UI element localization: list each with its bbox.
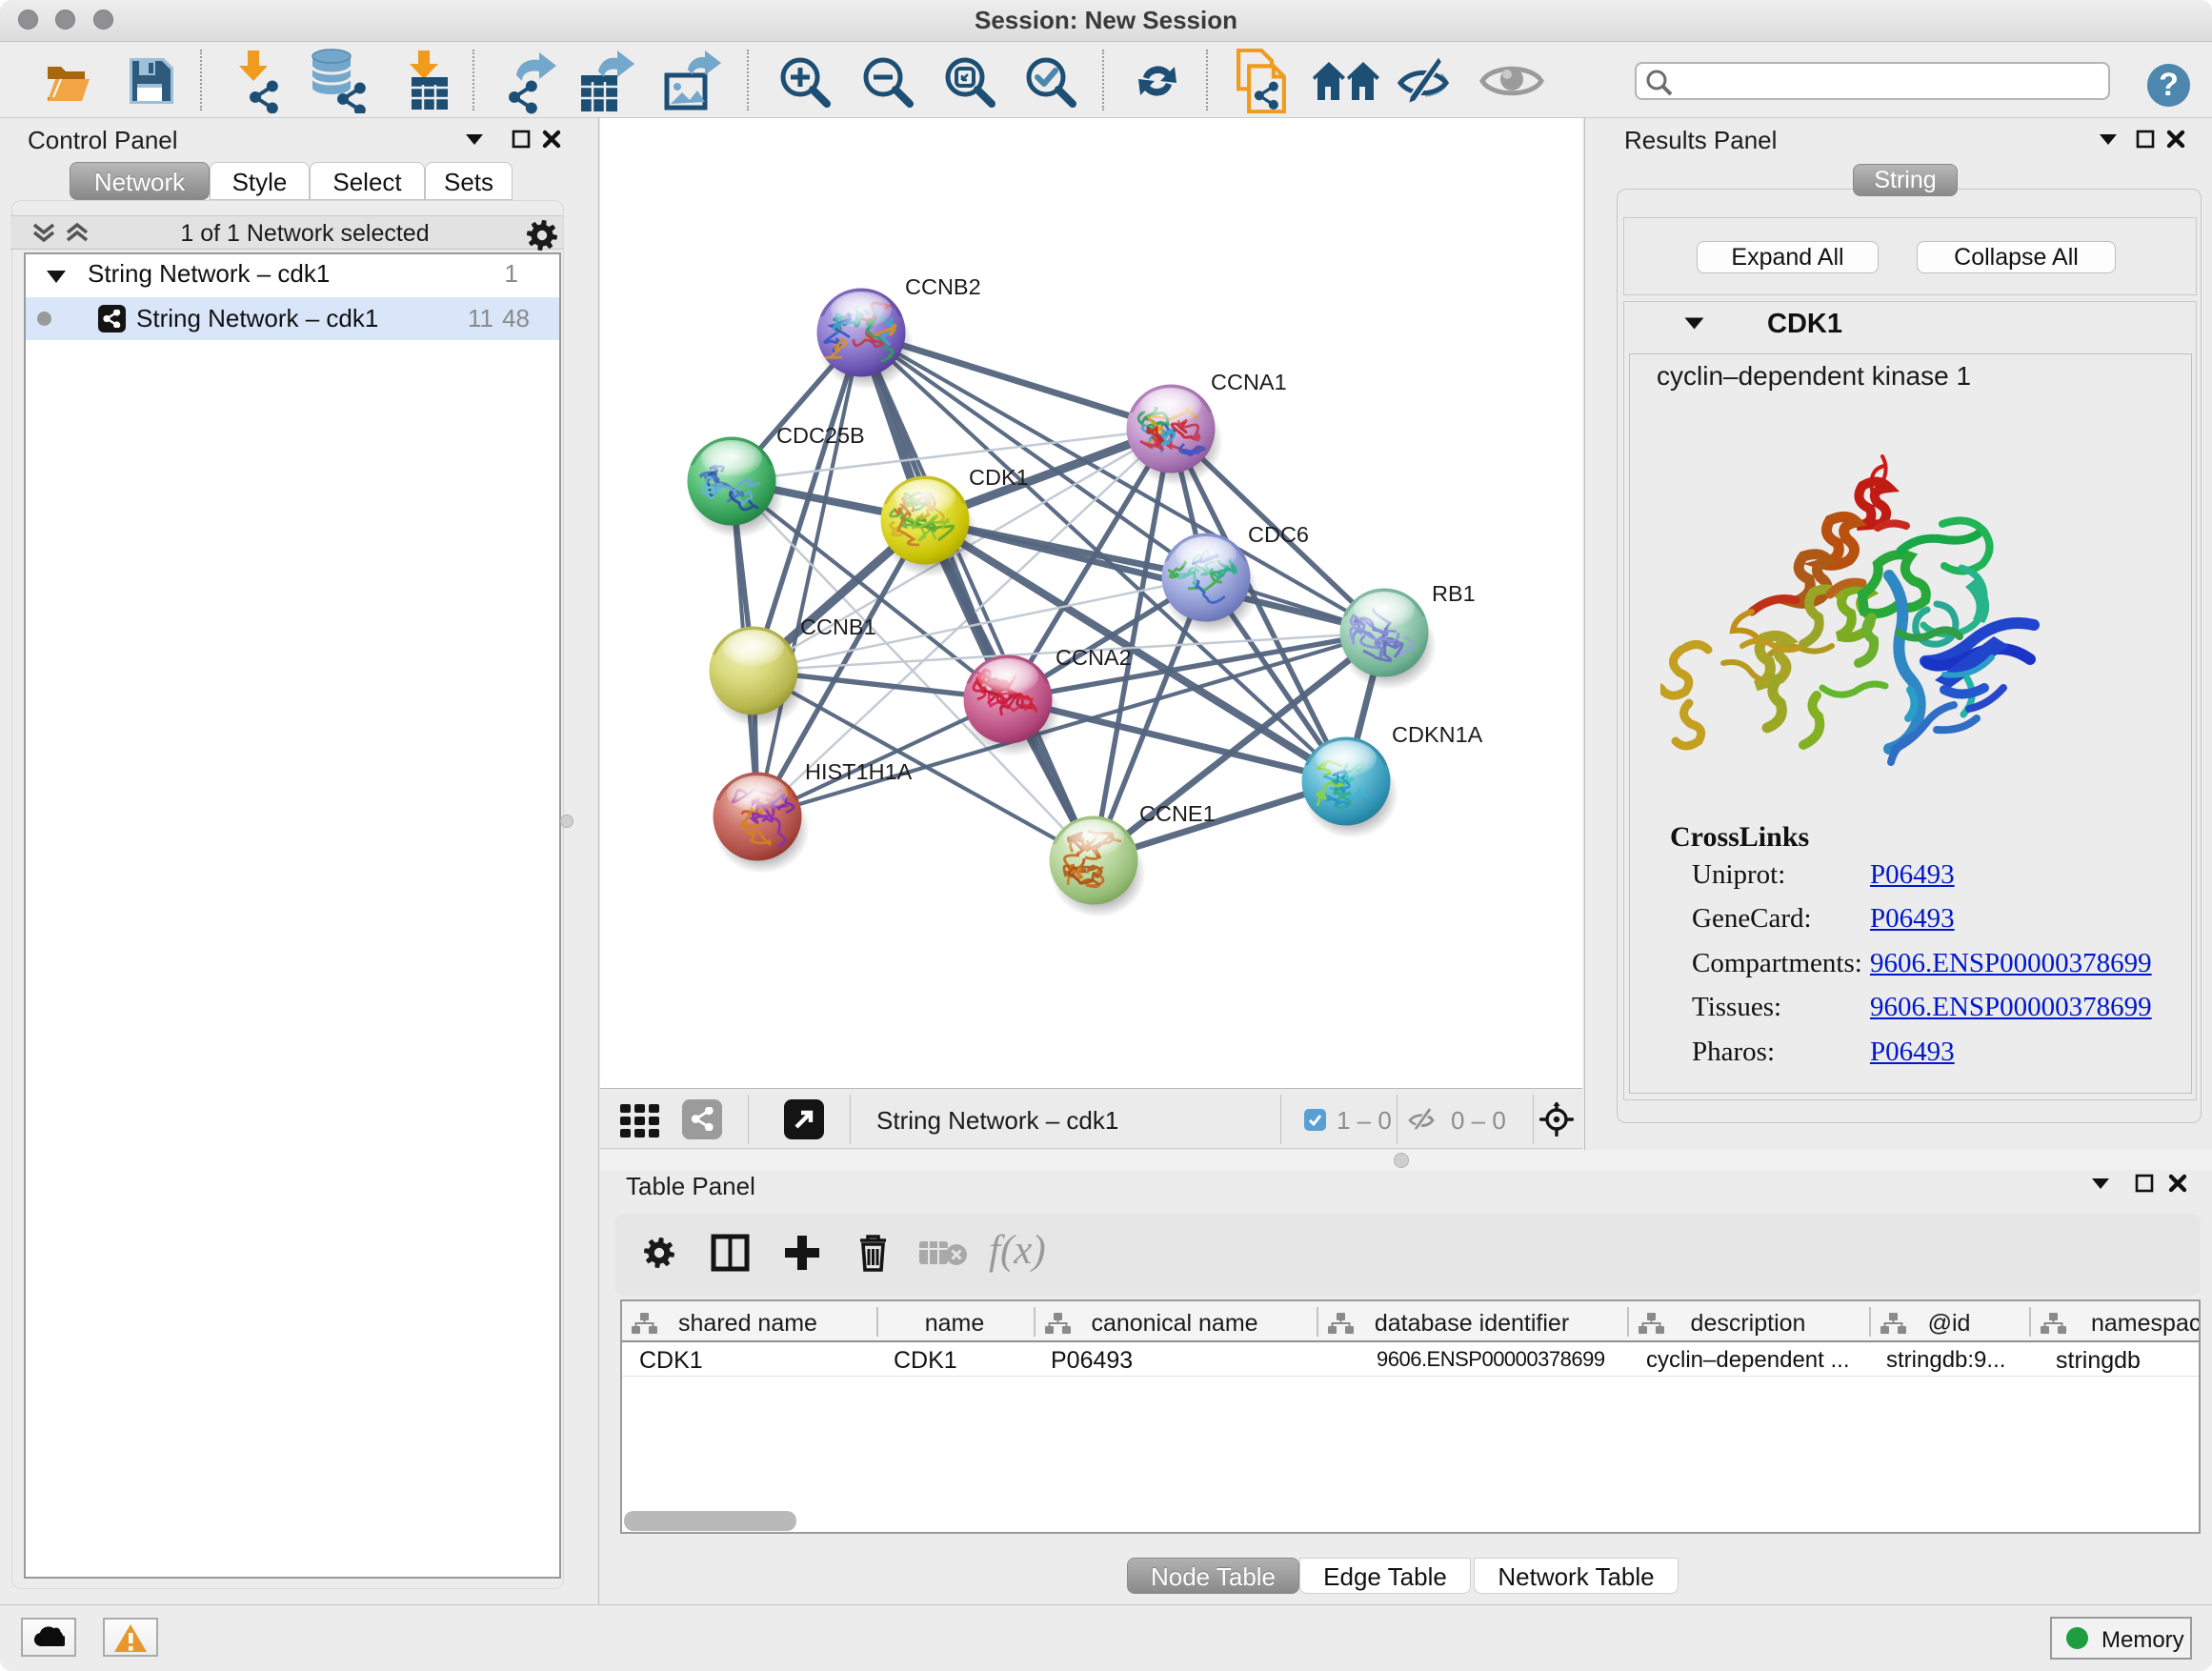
svg-text:CCNB2: CCNB2 — [905, 274, 981, 299]
svg-text:CDC25B: CDC25B — [776, 423, 865, 448]
svg-text:CCNA1: CCNA1 — [1211, 370, 1287, 394]
svg-text:CDK1: CDK1 — [969, 465, 1029, 490]
svg-text:RB1: RB1 — [1432, 581, 1476, 606]
svg-text:CDC6: CDC6 — [1248, 522, 1309, 547]
svg-text:CDKN1A: CDKN1A — [1392, 722, 1483, 747]
svg-text:HIST1H1A: HIST1H1A — [805, 759, 913, 784]
svg-text:CCNB1: CCNB1 — [800, 614, 876, 639]
svg-text:CCNA2: CCNA2 — [1056, 645, 1132, 670]
svg-text:CCNE1: CCNE1 — [1139, 801, 1216, 826]
